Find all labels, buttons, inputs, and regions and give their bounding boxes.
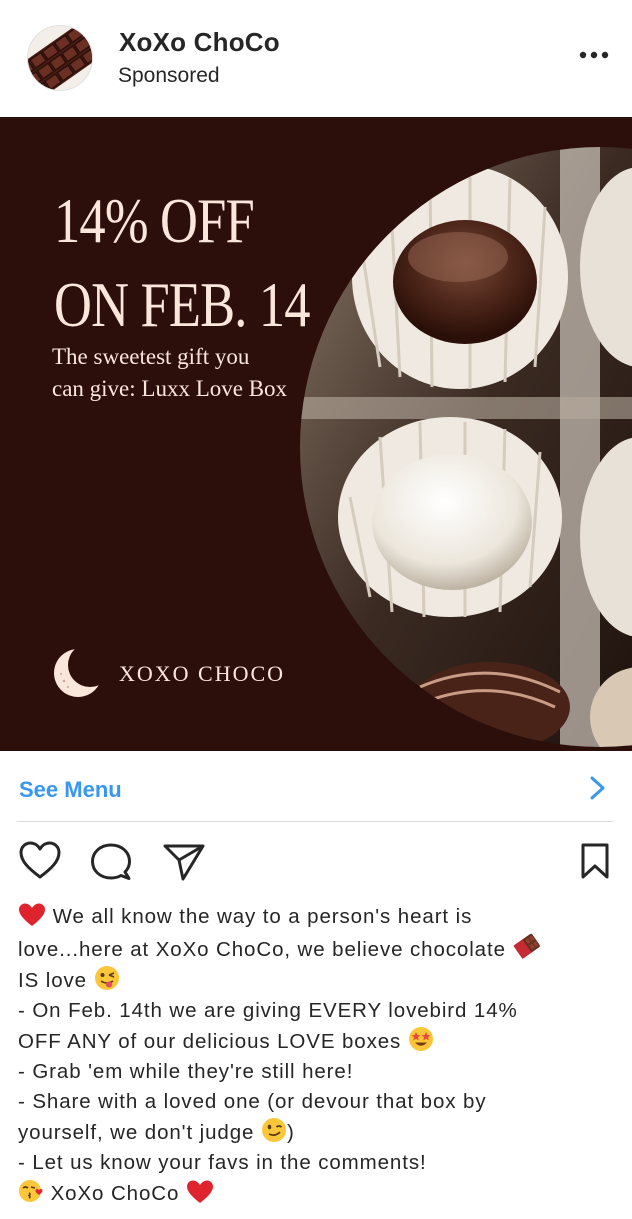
bookmark-icon[interactable] — [580, 842, 610, 880]
caption-line: - On Feb. 14th we are giving EVERY loveb… — [18, 999, 518, 1022]
more-horizontal-icon — [579, 51, 609, 59]
caption-text: XoXo ChoCo — [44, 1182, 186, 1205]
share-icon[interactable] — [162, 842, 206, 882]
caption-text: yourself, we don't judge — [18, 1121, 261, 1144]
more-options-button[interactable] — [574, 40, 614, 70]
tagline-line-1: The sweetest gift you — [52, 344, 250, 369]
winking-tongue-emoji-icon — [94, 966, 119, 990]
ad-tagline: The sweetest gift you can give: Luxx Lov… — [52, 341, 322, 405]
divider — [17, 821, 613, 822]
caption-line: - Share with a loved one (or devour that… — [18, 1090, 487, 1113]
chocolate-bar-emoji-icon — [513, 933, 541, 959]
winking-face-emoji-icon — [261, 1118, 286, 1142]
caption-text: OFF ANY of our delicious LOVE boxes — [18, 1030, 408, 1053]
ad-headline: 14% OFF ON FEB. 14 — [54, 179, 311, 347]
star-struck-emoji-icon — [408, 1027, 433, 1051]
kissing-face-emoji-icon — [19, 1180, 43, 1202]
chevron-right-icon — [590, 776, 605, 800]
caption-line: love...here at XoXo ChoCo, we believe ch… — [18, 932, 618, 965]
see-menu-link[interactable]: See Menu — [0, 751, 632, 823]
crescent-moon-logo-icon — [54, 647, 104, 697]
caption-line: IS love — [18, 965, 618, 996]
caption-line: XoXo ChoCo — [18, 1178, 618, 1209]
caption-line: - Grab 'em while they're still here! — [18, 1060, 354, 1083]
post-header: XoXo ChoCo Sponsored — [0, 0, 632, 117]
post-actions — [0, 840, 632, 886]
post-caption: We all know the way to a person's heart … — [18, 902, 618, 1209]
chocolate-bar-avatar-icon — [28, 26, 92, 90]
caption-line: yourself, we don't judge ) — [18, 1117, 618, 1148]
headline-line-1: 14% OFF — [54, 185, 255, 256]
heart-icon[interactable] — [18, 840, 62, 880]
sponsored-label: Sponsored — [118, 64, 220, 87]
caption-text: We all know the way to a person's heart … — [46, 905, 473, 928]
caption-line: - Let us know your favs in the comments! — [18, 1151, 427, 1174]
heart-emoji-icon — [186, 1180, 213, 1203]
ad-image[interactable]: 14% OFF ON FEB. 14 The sweetest gift you… — [0, 117, 632, 751]
ad-brand-name: XOXO CHOCO — [119, 661, 286, 686]
tagline-line-2: can give: Luxx Love Box — [52, 376, 288, 401]
caption-text: IS love — [18, 969, 94, 992]
avatar[interactable] — [27, 25, 93, 91]
heart-emoji-icon — [19, 903, 45, 926]
headline-line-2: ON FEB. 14 — [54, 269, 311, 340]
caption-text: love...here at XoXo ChoCo, we believe ch… — [18, 938, 513, 961]
see-menu-label: See Menu — [19, 777, 122, 802]
caption-line: OFF ANY of our delicious LOVE boxes — [18, 1026, 618, 1057]
caption-line: We all know the way to a person's heart … — [18, 902, 618, 932]
comment-icon[interactable] — [90, 842, 132, 882]
account-name[interactable]: XoXo ChoCo — [119, 27, 280, 58]
caption-tail: ) — [286, 1121, 295, 1144]
